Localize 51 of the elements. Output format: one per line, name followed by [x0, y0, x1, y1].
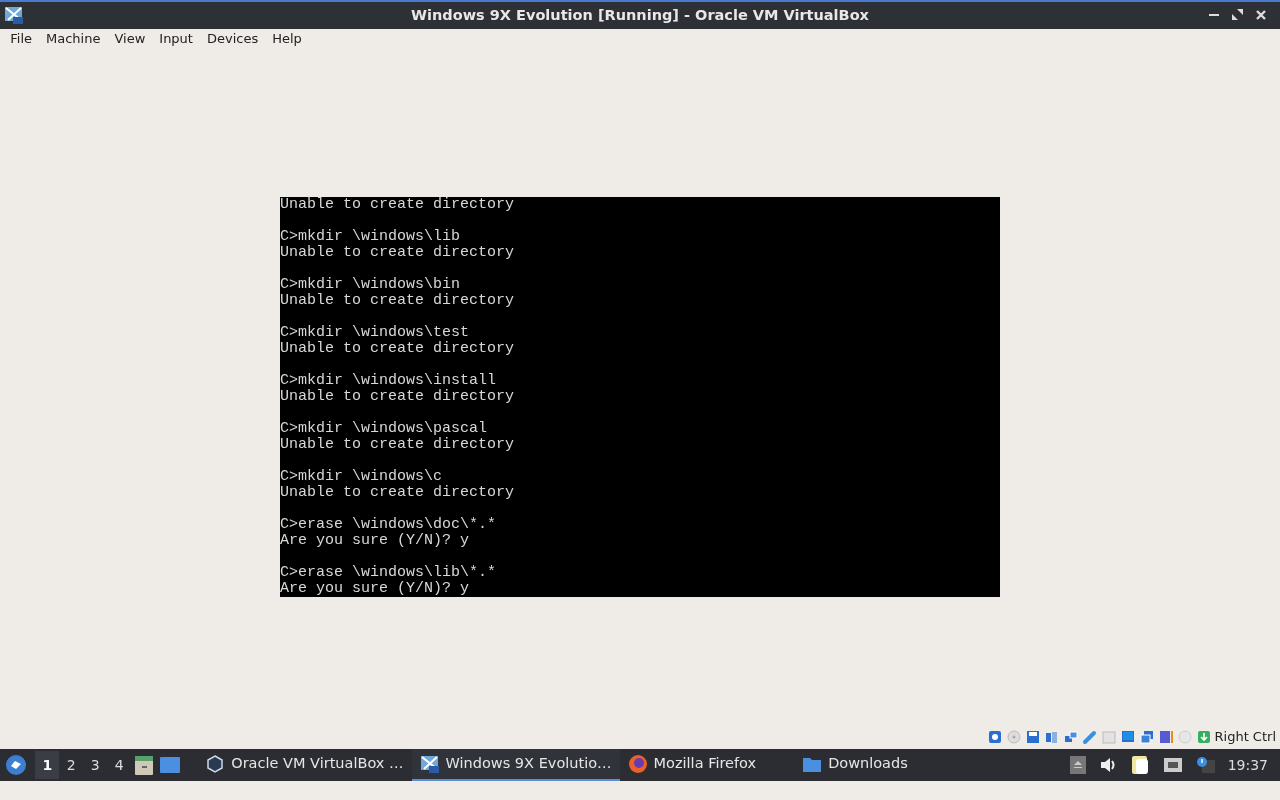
- app-icon: [4, 5, 24, 25]
- clipboard-icon[interactable]: [1129, 754, 1150, 776]
- workspace-button[interactable]: 2: [59, 751, 84, 779]
- menu-item[interactable]: Machine: [39, 29, 108, 48]
- taskbar-button[interactable]: Oracle VM VirtualBox …: [197, 749, 412, 781]
- console-line: Unable to create directory: [280, 437, 515, 453]
- taskbar-button[interactable]: Mozilla Firefox: [619, 749, 765, 781]
- maximize-icon[interactable]: [1232, 9, 1243, 20]
- menu-item[interactable]: View: [107, 29, 153, 48]
- menu-item[interactable]: Help: [265, 29, 309, 48]
- console-line: Are you sure (Y/N)? y: [280, 581, 470, 597]
- console-line: C>mkdir \windows\lib: [280, 229, 461, 245]
- console-line: C>erase \windows\lib\*.*: [280, 565, 497, 581]
- task-label: Windows 9X Evolutio…: [445, 754, 612, 774]
- task-label: Oracle VM VirtualBox …: [231, 754, 404, 774]
- console-line: C>mkdir \windows\c: [280, 469, 443, 485]
- workspace-button[interactable]: 3: [83, 751, 108, 779]
- task-label: Mozilla Firefox: [653, 754, 757, 774]
- app-icon: [419, 754, 440, 774]
- console-line: Unable to create directory: [280, 197, 515, 213]
- keyboard-capture-icon[interactable]: [1195, 729, 1212, 745]
- menu-item[interactable]: File: [3, 29, 39, 48]
- console-line: Unable to create directory: [280, 245, 515, 261]
- console-line: Unable to create directory: [280, 341, 515, 357]
- taskbar-button[interactable]: Windows 9X Evolutio…: [411, 749, 620, 781]
- notification-icon[interactable]: [1195, 756, 1216, 774]
- task-label: Downloads: [828, 754, 908, 774]
- console-line: Unable to create directory: [280, 293, 515, 309]
- display-icon[interactable]: [1119, 729, 1136, 745]
- console-line: C>erase \windows\doc\*.*: [280, 517, 497, 533]
- browser-icon: [627, 754, 648, 774]
- menu-item[interactable]: Devices: [199, 29, 266, 48]
- vm-screen[interactable]: [280, 197, 1000, 597]
- speaker-icon[interactable]: [1098, 756, 1117, 774]
- host-key-label: Right Ctrl: [1214, 728, 1276, 747]
- window-title: Windows 9X Evolution [Running] - Oracle VM VirtualBox: [411, 5, 869, 25]
- menu-item[interactable]: Input: [152, 29, 200, 48]
- console-line: C>mkdir \windows\bin: [280, 277, 461, 293]
- console-line: C>mkdir \windows\pascal: [280, 421, 488, 437]
- workspace-button[interactable]: 4: [107, 751, 132, 779]
- workspace-button[interactable]: 1: [35, 751, 60, 779]
- close-icon[interactable]: [1256, 9, 1266, 20]
- console-line: Unable to create directory: [280, 485, 515, 501]
- console-line: C>mkdir \windows\install: [280, 373, 497, 389]
- console-line: Are you sure (Y/N)? y: [280, 533, 470, 549]
- taskbar-button[interactable]: Downloads: [794, 749, 916, 781]
- console-line: Unable to create directory: [280, 389, 515, 405]
- clock: 19:37: [1226, 755, 1269, 775]
- eject-icon[interactable]: [1069, 755, 1086, 775]
- console-line: C>mkdir \windows\test: [280, 325, 470, 341]
- cube-icon: [205, 754, 226, 774]
